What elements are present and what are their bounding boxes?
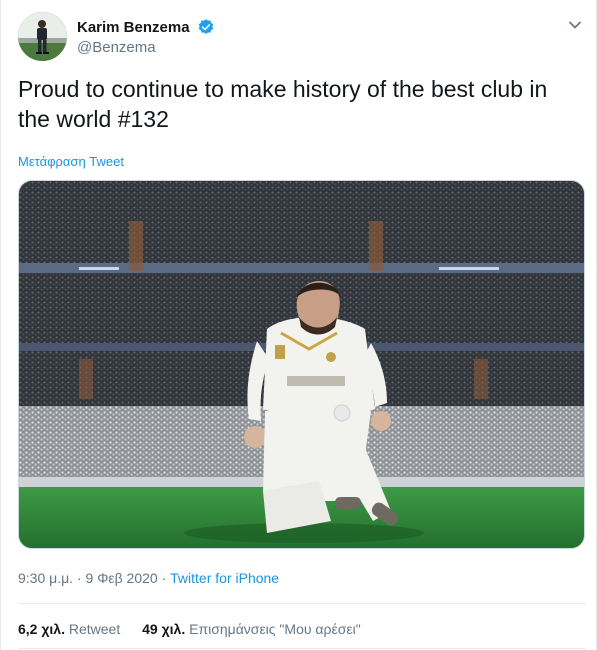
tweet-text-line-2: the world #132: [18, 106, 169, 132]
tweet-photo[interactable]: [18, 180, 585, 549]
translate-tweet-link[interactable]: Μετάφραση Tweet: [18, 154, 124, 169]
likes-count: 49 χιλ.: [142, 621, 186, 637]
avatar[interactable]: [18, 12, 67, 61]
display-name[interactable]: Karim Benzema: [77, 19, 190, 36]
divider: [18, 603, 586, 604]
meta-separator: ·: [76, 570, 82, 586]
divider-bottom: [18, 648, 586, 649]
tweet-text-line-1: Proud to continue to make history of the…: [18, 76, 548, 102]
tweet-time[interactable]: 9:30 μ.μ.: [18, 570, 73, 586]
user-names: Karim Benzema @Benzema: [77, 18, 215, 56]
avatar-photo-icon: [18, 12, 67, 61]
tweet-date[interactable]: 9 Φεβ 2020: [86, 570, 158, 586]
tweet-source-link[interactable]: Twitter for iPhone: [170, 570, 279, 586]
tweet-header: Karim Benzema @Benzema: [18, 12, 584, 64]
retweets-stat[interactable]: 6,2 χιλ. Retweet: [18, 621, 120, 637]
tweet-stats: 6,2 χιλ. Retweet 49 χιλ. Επισημάνσεις "Μ…: [18, 621, 379, 637]
retweets-count: 6,2 χιλ.: [18, 621, 65, 637]
verified-badge-icon: [198, 19, 214, 34]
likes-label: Επισημάνσεις "Μου αρέσει": [189, 621, 361, 637]
tweet-timestamp: 9:30 μ.μ. · 9 Φεβ 2020 · Twitter for iPh…: [18, 570, 279, 586]
tweet-card: Karim Benzema @Benzema Proud to continue…: [0, 0, 597, 650]
retweets-label: Retweet: [68, 621, 121, 637]
photo-stadium-celebration: [19, 181, 584, 548]
user-handle[interactable]: @Benzema: [77, 39, 215, 56]
tweet-text: Proud to continue to make history of the…: [18, 74, 578, 134]
meta-separator-2: ·: [161, 570, 167, 586]
chevron-down-icon[interactable]: [566, 16, 584, 34]
likes-stat[interactable]: 49 χιλ. Επισημάνσεις "Μου αρέσει": [142, 621, 361, 637]
